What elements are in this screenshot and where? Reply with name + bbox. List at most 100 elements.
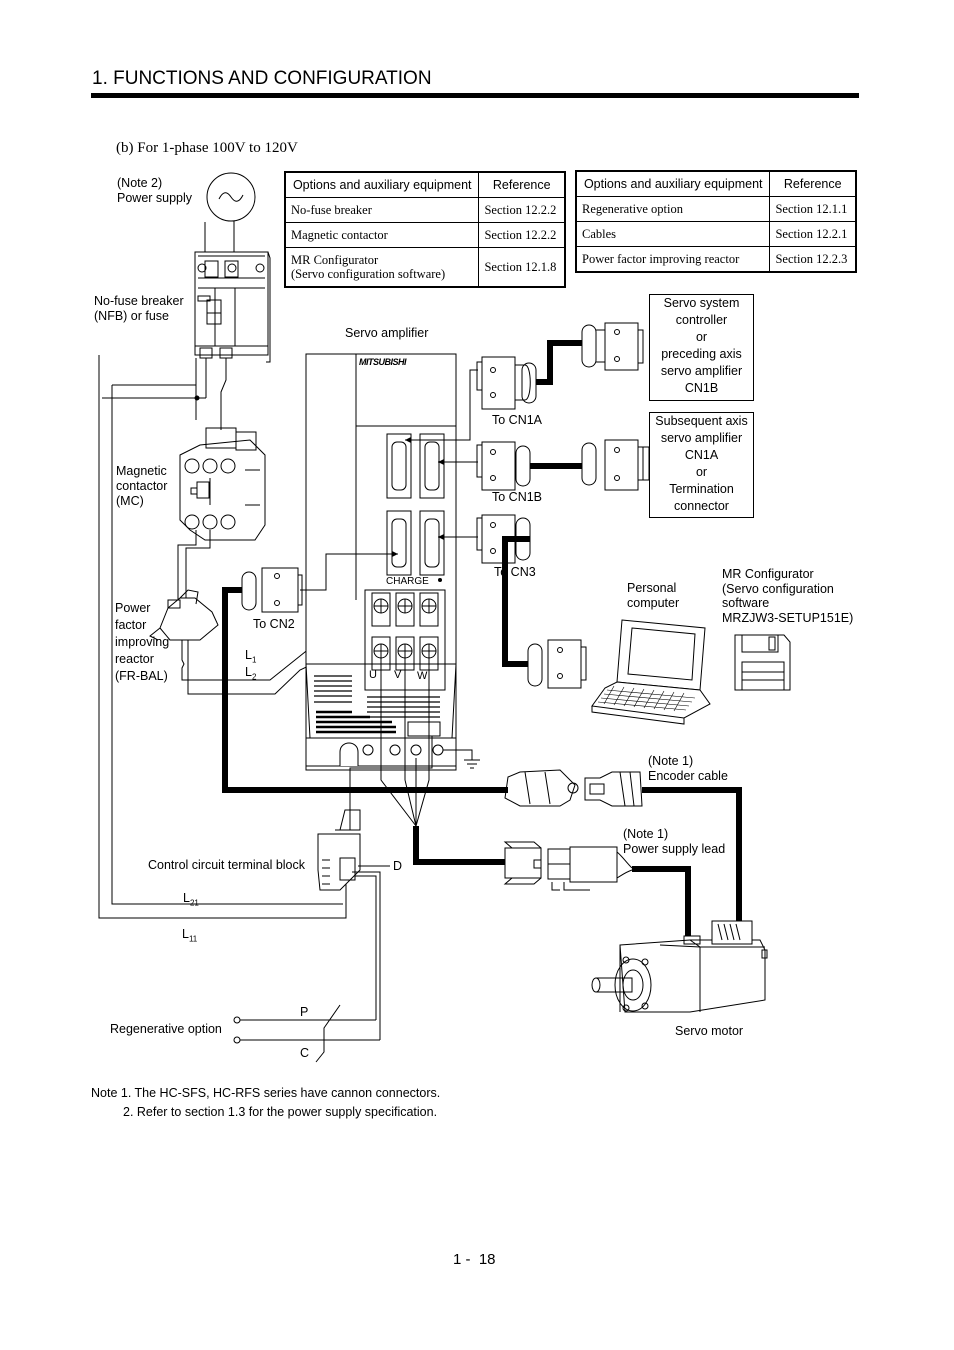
charge-label: CHARGE: [386, 576, 429, 587]
encoder-cable-text: Encoder cable: [648, 769, 728, 783]
l11-letter: L: [182, 927, 189, 941]
subsequent-box-line: servo amplifier: [660, 431, 743, 445]
subsequent-axis-box: Subsequent axis servo amplifier CN1A or …: [649, 412, 754, 518]
controller-box-line: servo amplifier: [660, 364, 743, 378]
mr-configurator-label: MR Configurator (Servo configuration sof…: [722, 567, 853, 625]
reactor-label: Power factor improving reactor (FR-BAL): [115, 600, 169, 685]
controller-box-line: Servo system: [663, 296, 740, 310]
personal-computer-icon: [591, 619, 711, 725]
to-cn2-label: To CN2: [253, 617, 295, 631]
to-cn1b-label: To CN1B: [492, 490, 543, 504]
table-cell-reference: Section 12.1.8: [478, 247, 566, 288]
table-row: Power factor improving reactor Section 1…: [575, 246, 857, 273]
cn1b-plug-icon: [476, 441, 531, 491]
c-terminal-label: C: [300, 1046, 310, 1060]
regenerative-option-label: Regenerative option: [110, 1022, 222, 1036]
nfb-label-line: (NFB) or fuse: [94, 309, 170, 323]
control-terminal-block-label: Control circuit terminal block: [148, 858, 305, 872]
subsequent-box-line: Subsequent axis: [655, 414, 748, 428]
l11-label: L11: [182, 927, 197, 947]
table-row: Magnetic contactor Section 12.2.2: [284, 222, 566, 248]
reactor-label-line: Power: [115, 601, 151, 615]
encoder-cable-label: (Note 1) Encoder cable: [648, 754, 728, 784]
mc-label: Magnetic contactor (MC): [116, 464, 167, 509]
subsequent-box-line: or: [695, 465, 708, 479]
power-supply-icon: [206, 172, 256, 222]
mr-config-line: (Servo configuration: [722, 581, 834, 596]
controller-plug-icon: [581, 322, 644, 371]
column-header: Options and auxiliary equipment: [575, 170, 771, 197]
reactor-label-line: (FR-BAL): [115, 669, 168, 683]
table-row: Cables Section 12.2.1: [575, 221, 857, 247]
l1-letter: L: [245, 648, 252, 662]
encoder-connector-icon: [504, 769, 643, 807]
l21-subscript: 21: [189, 898, 199, 908]
mc-label-line: Magnetic: [116, 464, 167, 478]
note-1-marker: (Note 1): [623, 827, 669, 841]
table-cell-reference: Section 12.2.1: [769, 221, 857, 247]
table-row: Regenerative option Section 12.1.1: [575, 196, 857, 222]
subsequent-plug-icon: [581, 439, 650, 491]
floppy-disk-icon: [734, 634, 791, 691]
servo-motor-icon: [591, 920, 768, 1013]
column-header: Options and auxiliary equipment: [284, 171, 480, 198]
reference-table-left: Options and auxiliary equipment Referenc…: [284, 171, 566, 288]
to-cn3-label: To CN3: [494, 565, 536, 579]
cn1a-plug-icon: [476, 356, 537, 410]
power-lead-text: Power supply lead: [623, 842, 726, 856]
reactor-label-line: reactor: [115, 652, 154, 666]
table-cell-reference: Section 12.1.1: [769, 196, 857, 222]
personal-computer-label: Personal computer: [627, 581, 679, 611]
d-terminal-label: D: [393, 859, 403, 873]
table-cell-item: Magnetic contactor: [284, 222, 480, 248]
p-terminal-label: P: [300, 1005, 309, 1019]
reactor-label-line: improving: [115, 635, 170, 649]
pc-plug-icon: [527, 639, 587, 689]
note-2-marker: (Note 2): [117, 176, 163, 190]
mitsubishi-logo: MITSUBISHI: [359, 357, 407, 367]
table-cell-reference: Section 12.2.2: [478, 197, 566, 223]
controller-box-line: CN1B: [684, 381, 719, 395]
mr-config-line: software: [722, 596, 770, 610]
table-header-row: Options and auxiliary equipment Referenc…: [575, 170, 857, 197]
controller-box-line: or: [695, 330, 708, 344]
l2-letter: L: [245, 665, 252, 679]
magnetic-contactor-icon: [179, 427, 266, 541]
pc-label-line: Personal: [627, 581, 677, 595]
table-cell-item: Cables: [575, 221, 771, 247]
table-cell-reference: Section 12.2.3: [769, 246, 857, 273]
pc-label-line: computer: [627, 596, 680, 610]
controller-box-line: controller: [675, 313, 728, 327]
note-2: 2. Refer to section 1.3 for the power su…: [123, 1105, 438, 1119]
table-row: MR Configurator (Servo configuration sof…: [284, 247, 566, 288]
table-cell-item: Power factor improving reactor: [575, 246, 771, 273]
reference-table-right: Options and auxiliary equipment Referenc…: [575, 170, 857, 273]
l1-subscript: 1: [251, 655, 257, 665]
note-1: Note 1. The HC-SFS, HC-RFS series have c…: [91, 1086, 441, 1100]
l21-letter: L: [183, 891, 190, 905]
cn2-plug-icon: [241, 567, 303, 613]
l21-label: L21: [183, 891, 199, 911]
controller-box-line: preceding axis: [661, 347, 742, 361]
mc-label-line: contactor: [116, 479, 168, 493]
column-header: Reference: [478, 171, 566, 198]
power-connector-icon: [503, 841, 633, 891]
no-fuse-breaker-icon: [194, 251, 271, 363]
table-header-row: Options and auxiliary equipment Referenc…: [284, 171, 566, 198]
nfb-label-line: No-fuse breaker: [94, 294, 184, 308]
subsequent-box-line: Termination: [669, 482, 734, 496]
page-number: 1 - 18: [453, 1251, 496, 1268]
table-cell-item: No-fuse breaker: [284, 197, 480, 223]
subsequent-box-line: connector: [674, 499, 729, 513]
table-cell-item: MR Configurator (Servo configuration sof…: [284, 247, 480, 288]
item-line-2: (Servo configuration software): [291, 267, 446, 281]
mr-config-line: MRZJW3-SETUP151E): [722, 610, 854, 625]
controller-box: Servo system controller or preceding axi…: [649, 294, 754, 401]
mc-label-line: (MC): [116, 494, 144, 508]
w-terminal-label: W: [417, 670, 428, 682]
column-header: Reference: [769, 170, 857, 197]
l2-label: L2: [245, 665, 256, 685]
subsequent-box-line: CN1A: [684, 448, 719, 462]
power-supply-text: Power supply: [117, 191, 193, 205]
u-terminal-label: U: [369, 669, 377, 681]
